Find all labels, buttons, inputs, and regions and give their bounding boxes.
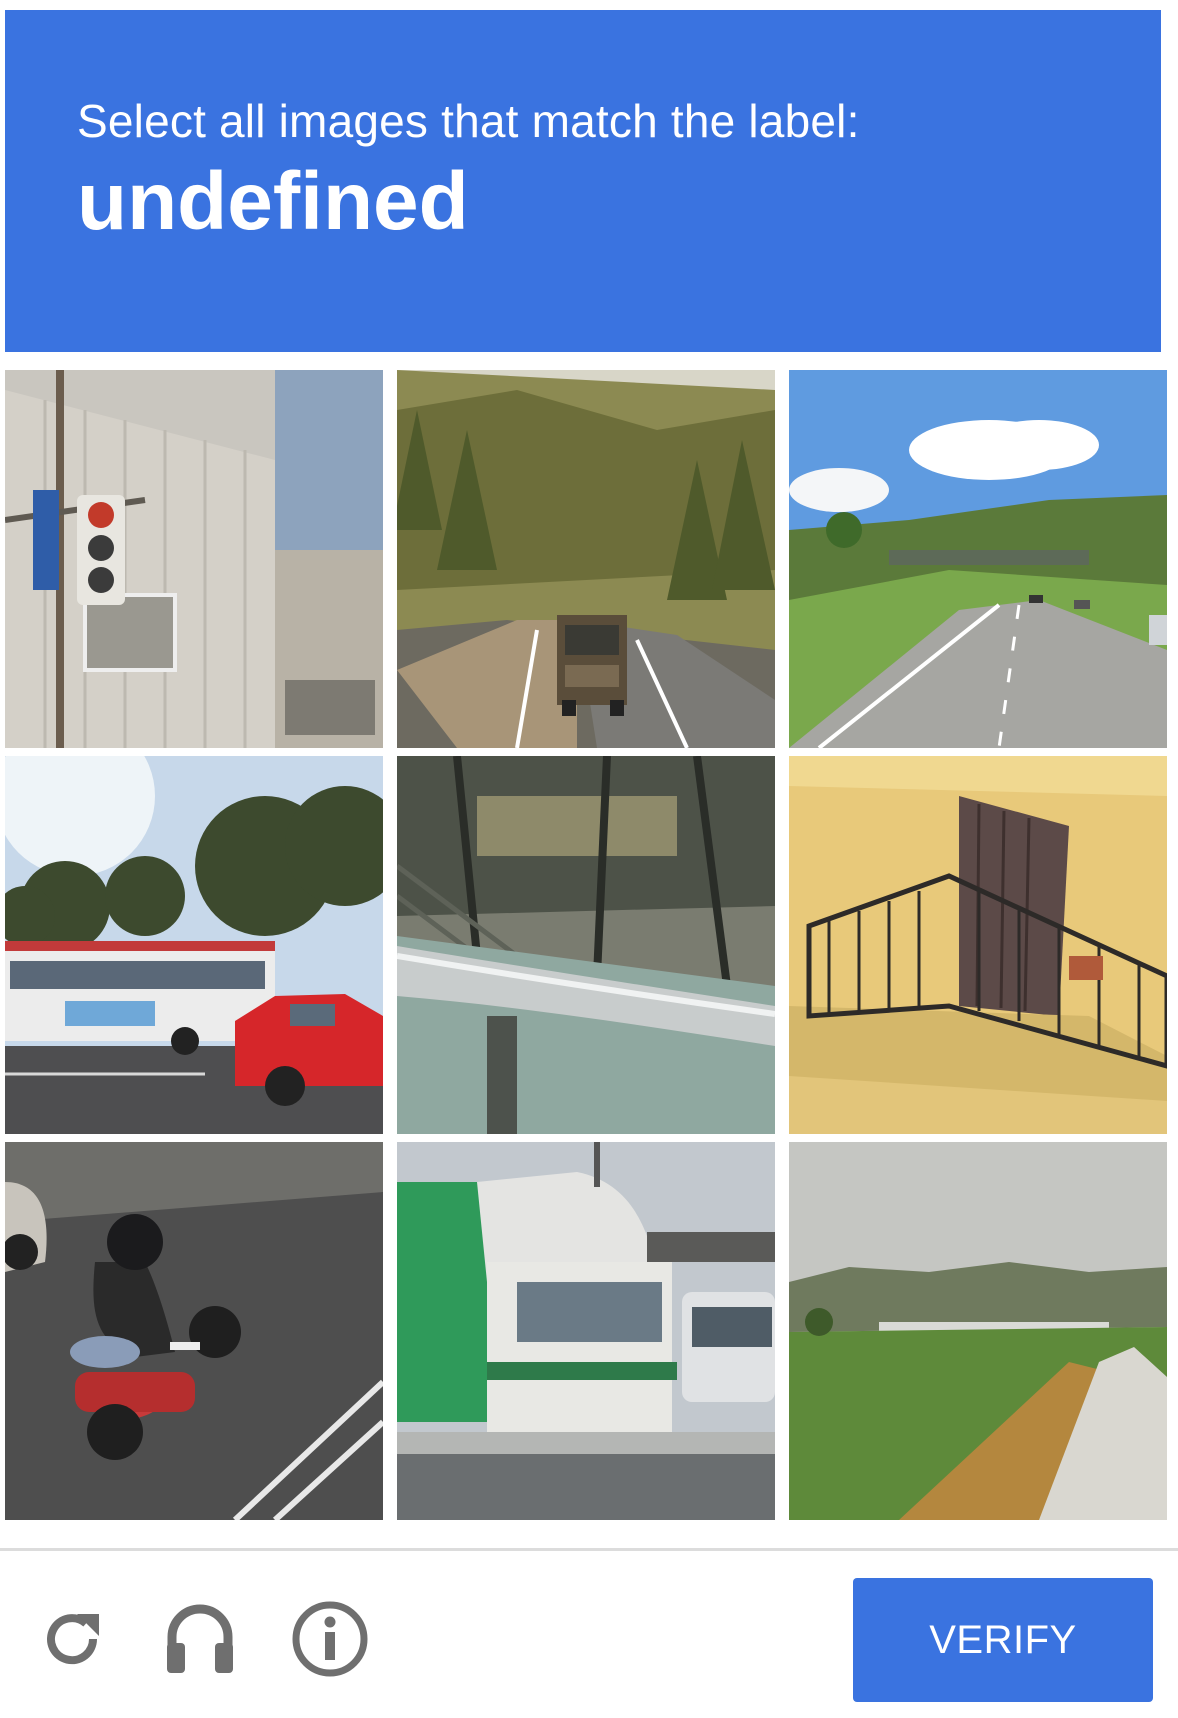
highway-overpass-image: [789, 370, 1167, 748]
image-tile-9[interactable]: [789, 1142, 1167, 1520]
reload-button[interactable]: [30, 1597, 114, 1681]
audio-icon: [167, 1604, 233, 1673]
image-tile-6[interactable]: [789, 756, 1167, 1134]
verify-button[interactable]: VERIFY: [853, 1578, 1153, 1702]
challenge-header: Select all images that match the label: …: [5, 10, 1161, 352]
image-tile-5[interactable]: [397, 756, 775, 1134]
image-tile-4[interactable]: [5, 756, 383, 1134]
truck-image: [397, 1142, 775, 1520]
bridge-field-image: [789, 1142, 1167, 1520]
challenge-label: undefined: [77, 156, 469, 247]
info-button[interactable]: [288, 1597, 372, 1681]
image-tile-8[interactable]: [397, 1142, 775, 1520]
truck-forest-road-image: [397, 370, 775, 748]
building-traffic-light-image: [5, 370, 383, 748]
bus-red-car-image: [5, 756, 383, 1134]
image-grid: [5, 370, 1167, 1528]
info-icon: [292, 1601, 368, 1677]
stairway-handrail-image: [397, 756, 775, 1134]
balcony-image: [789, 756, 1167, 1134]
audio-challenge-button[interactable]: [158, 1597, 242, 1681]
image-tile-3[interactable]: [789, 370, 1167, 748]
footer-divider: [0, 1548, 1178, 1551]
image-tile-7[interactable]: [5, 1142, 383, 1520]
image-tile-1[interactable]: [5, 370, 383, 748]
reload-icon: [47, 1614, 99, 1665]
motorcycle-image: [5, 1142, 383, 1520]
challenge-instruction: Select all images that match the label:: [77, 95, 860, 147]
image-tile-2[interactable]: [397, 370, 775, 748]
